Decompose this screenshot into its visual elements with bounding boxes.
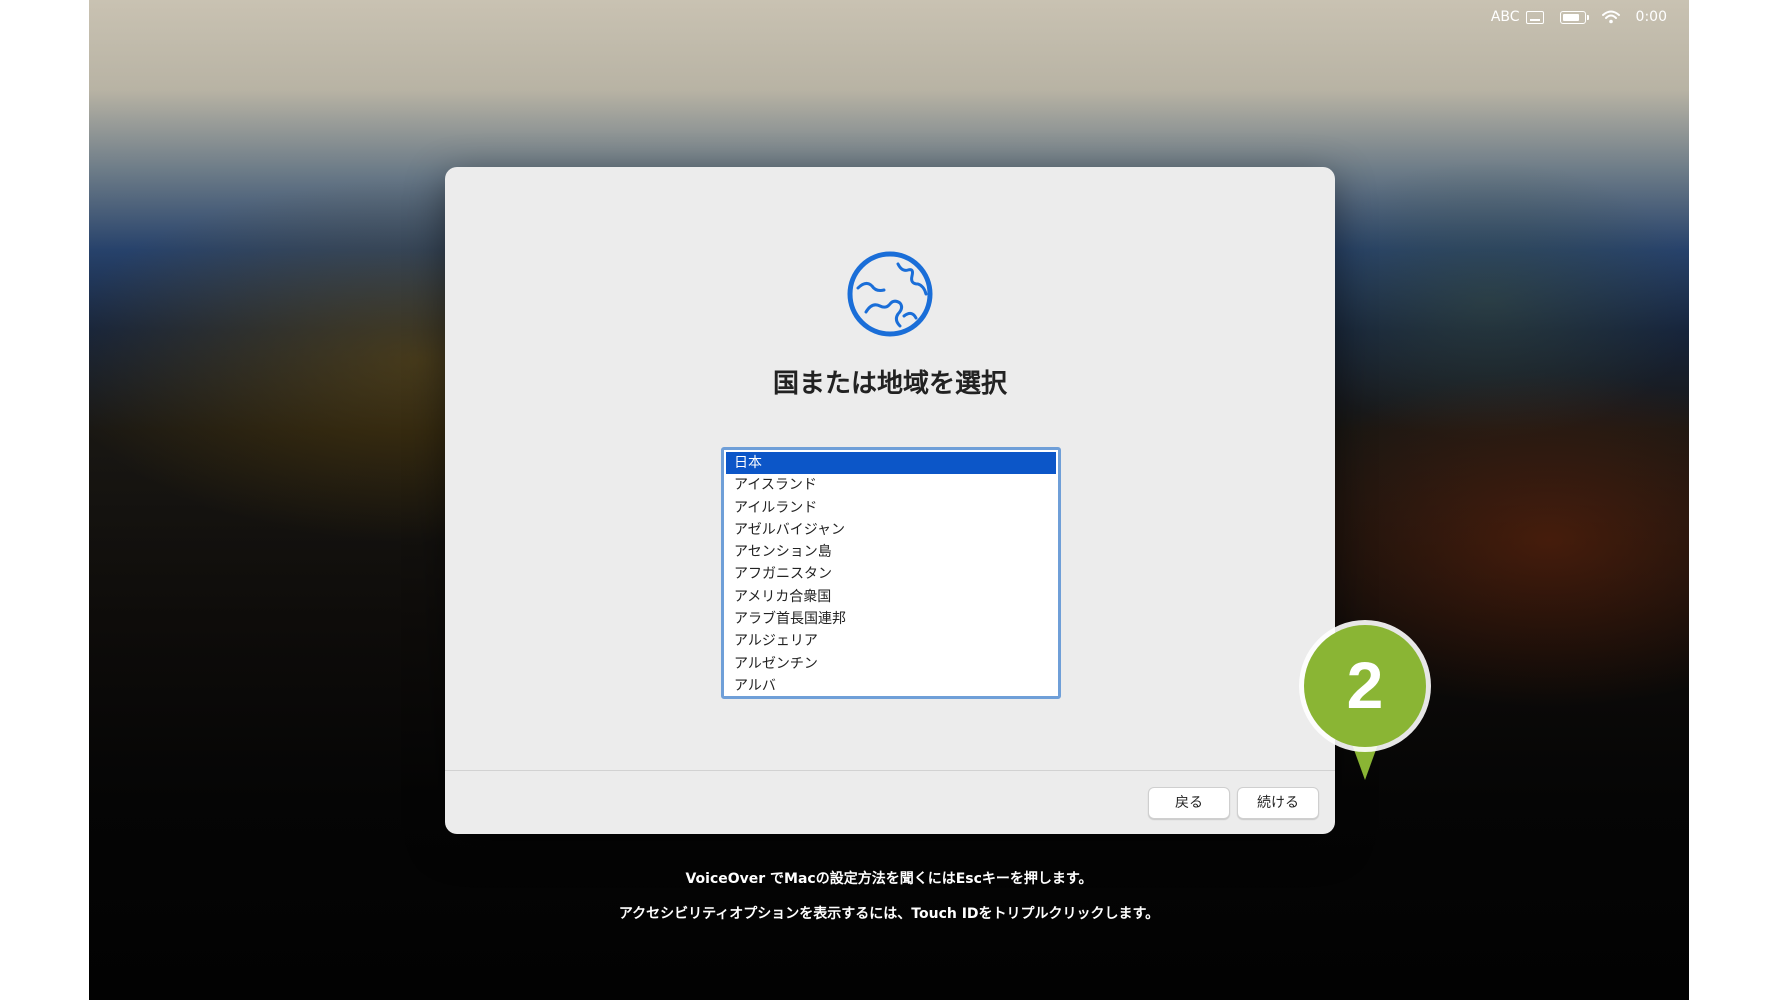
country-list-item[interactable]: 日本 [726, 452, 1056, 475]
wifi-icon [1601, 10, 1620, 24]
step-marker-pin: 2 [1299, 620, 1431, 780]
country-list-item[interactable]: アゼルバイジャン [724, 519, 1058, 541]
dialog-divider [445, 770, 1335, 771]
country-list-item[interactable]: アラブ首長国連邦 [724, 608, 1058, 630]
setup-screen: ABC 0:00 国または地域を選択 日本 アイスランド アイルランド アゼルバイジャ… [89, 0, 1689, 1000]
country-list-item[interactable]: アイルランド [724, 497, 1058, 519]
country-list-item[interactable]: アルゼンチン [724, 653, 1058, 675]
dialog-title: 国または地域を選択 [772, 369, 1007, 399]
country-list-item[interactable]: アイスランド [724, 474, 1058, 496]
accessibility-hint: アクセシビリティオプションを表示するには、Touch IDをトリプルクリックしま… [618, 906, 1160, 922]
menubar-clock: 0:00 [1635, 9, 1667, 25]
globe-icon [847, 251, 933, 337]
country-list-item[interactable]: アフガニスタン [724, 563, 1058, 585]
step-marker-number: 2 [1347, 648, 1384, 722]
back-button[interactable]: 戻る [1148, 787, 1230, 819]
country-list-item[interactable]: アルジェリア [724, 630, 1058, 652]
continue-button[interactable]: 続ける [1237, 787, 1319, 819]
country-list[interactable]: 日本 アイスランド アイルランド アゼルバイジャン アセンション島 アフガニスタン アメリカ… [721, 447, 1061, 699]
country-list-item[interactable]: アルバ [724, 675, 1058, 696]
setup-dialog: 国または地域を選択 日本 アイスランド アイルランド アゼルバイジャン アセンション島ア… [445, 167, 1335, 834]
input-source-menu[interactable]: ABC [1491, 9, 1544, 25]
wifi-menu[interactable] [1601, 10, 1620, 24]
keyboard-icon [1525, 10, 1544, 24]
country-list-item[interactable]: アメリカ合衆国 [724, 586, 1058, 608]
battery-menu[interactable] [1559, 10, 1589, 24]
input-source-label: ABC [1490, 9, 1520, 25]
menu-bar: ABC 0:00 [1491, 6, 1667, 28]
battery-icon [1559, 10, 1589, 24]
voiceover-hint: VoiceOver でMacの設定方法を聞くにはEscキーを押します。 [685, 871, 1093, 887]
country-list-item[interactable]: アセンション島 [724, 541, 1058, 563]
